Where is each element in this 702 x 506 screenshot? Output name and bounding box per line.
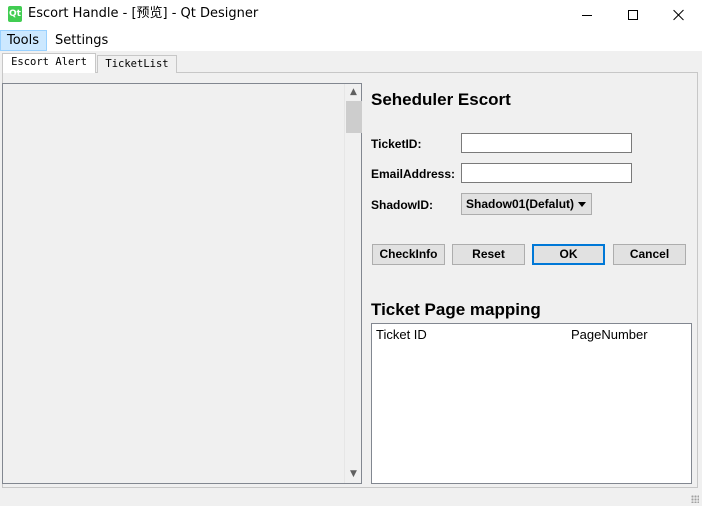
maximize-button[interactable] [610, 0, 656, 30]
tab-escort-alert[interactable]: Escort Alert [2, 53, 96, 73]
window-title: Escort Handle - [预览] - Qt Designer [28, 6, 259, 21]
shadow-id-label: ShadowID: [371, 198, 433, 212]
chevron-down-icon [578, 202, 586, 207]
qt-logo-icon: Qt [8, 6, 22, 22]
email-input[interactable] [461, 163, 632, 183]
column-header-page-number[interactable]: PageNumber [571, 327, 648, 343]
vertical-scrollbar[interactable]: ▲ ▼ [344, 84, 362, 483]
shadow-id-select[interactable]: Shadow01(Defalut) [461, 193, 592, 215]
resize-grip-icon[interactable] [691, 495, 699, 503]
menu-tools[interactable]: Tools [0, 30, 47, 51]
scheduler-title: Seheduler Escort [371, 90, 511, 109]
close-button[interactable] [656, 0, 702, 30]
menu-settings[interactable]: Settings [49, 30, 114, 51]
cancel-button[interactable]: Cancel [613, 244, 686, 265]
title-bar: Qt Escort Handle - [预览] - Qt Designer [0, 0, 702, 30]
ticket-id-input[interactable] [461, 133, 632, 153]
column-header-ticket-id[interactable]: Ticket ID [376, 327, 427, 343]
ticket-id-label: TicketID: [371, 137, 422, 151]
ok-button[interactable]: OK [532, 244, 605, 265]
scroll-down-icon[interactable]: ▼ [345, 466, 362, 483]
reset-button[interactable]: Reset [452, 244, 525, 265]
tab-ticketlist[interactable]: TicketList [97, 55, 177, 73]
mapping-table[interactable]: Ticket ID PageNumber [371, 323, 692, 484]
maximize-icon [628, 10, 638, 20]
minimize-icon [582, 14, 592, 16]
close-icon [673, 9, 685, 21]
scroll-up-icon[interactable]: ▲ [345, 84, 362, 101]
alert-list[interactable]: ▲ ▼ [2, 83, 362, 484]
checkinfo-button[interactable]: CheckInfo [372, 244, 445, 265]
scroll-thumb[interactable] [346, 101, 362, 133]
email-label: EmailAddress: [371, 167, 456, 181]
mapping-title: Ticket Page mapping [371, 300, 541, 319]
minimize-button[interactable] [564, 0, 610, 30]
shadow-id-selected: Shadow01(Defalut) [466, 197, 575, 211]
menu-bar: Tools Settings [0, 30, 702, 51]
